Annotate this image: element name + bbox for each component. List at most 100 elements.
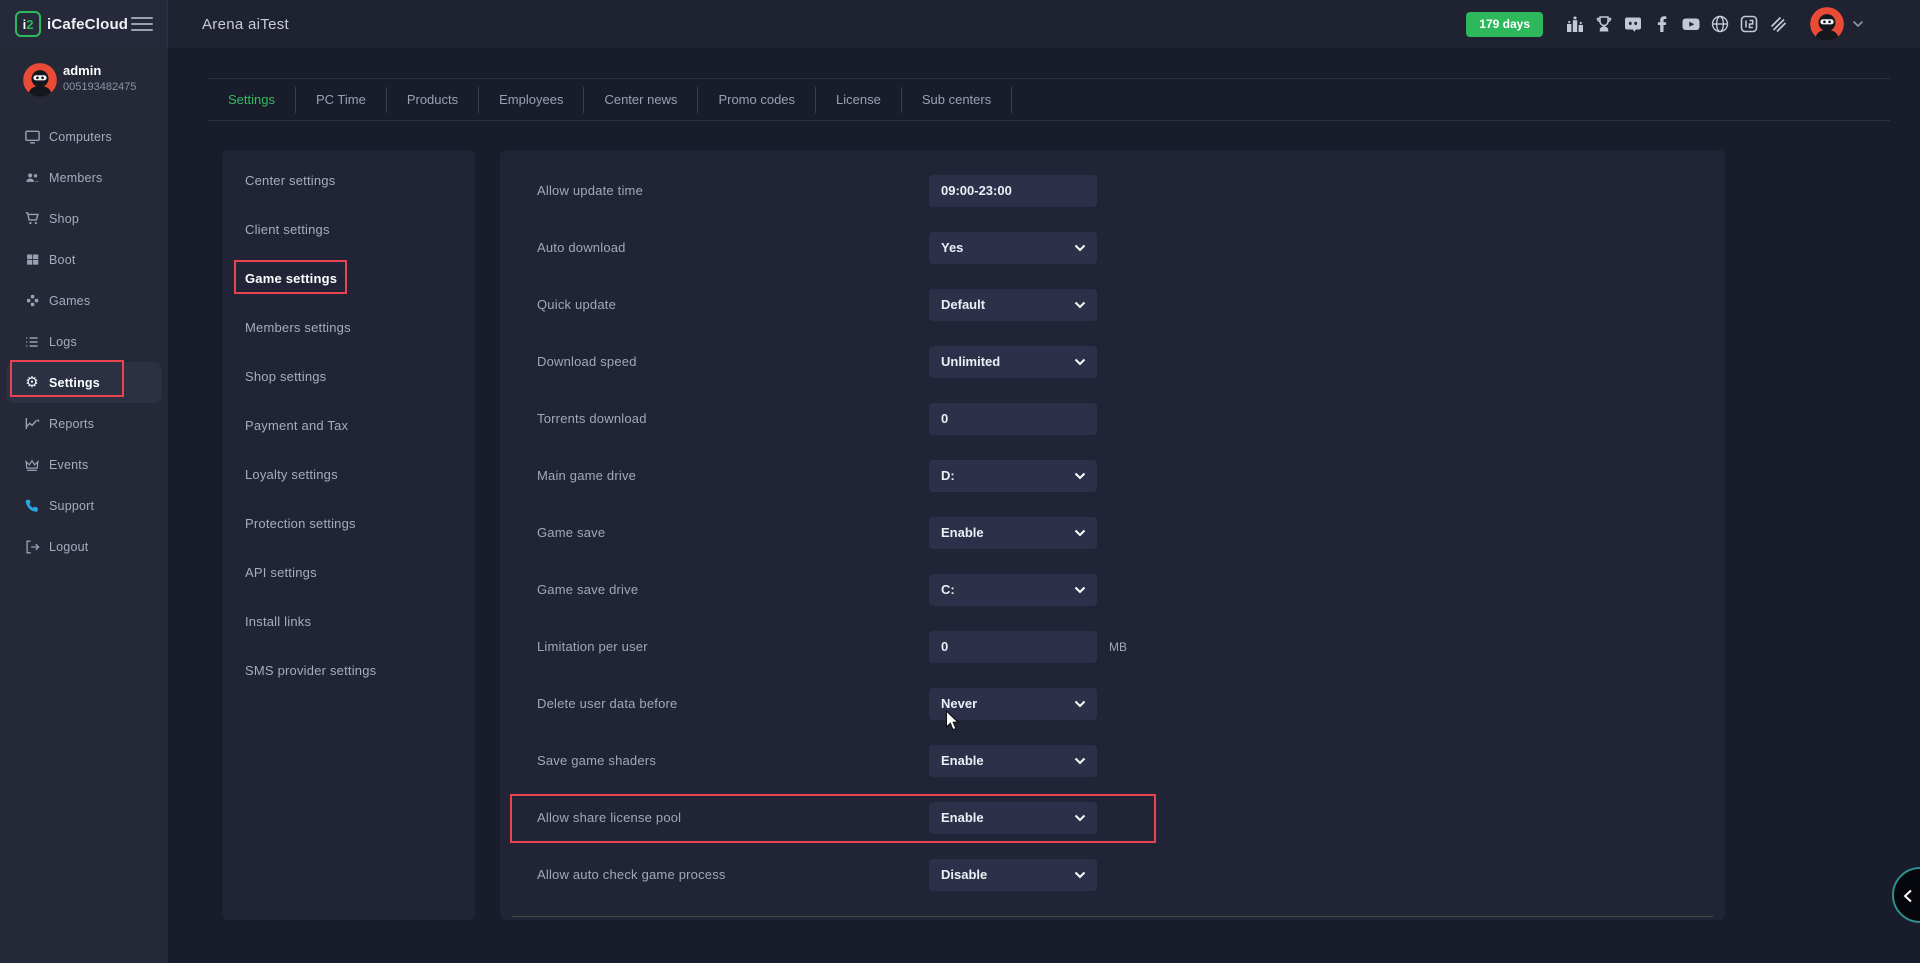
- form-row-delete-user-data-before: Delete user data before Never: [500, 675, 1725, 732]
- license-days-badge[interactable]: 179 days: [1466, 12, 1543, 37]
- user-menu-avatar[interactable]: [1810, 7, 1844, 41]
- download-speed-select[interactable]: Unlimited: [929, 346, 1097, 378]
- field-label: Game save: [537, 525, 929, 540]
- sidebar-item-settings[interactable]: ⚙ Settings: [6, 362, 162, 403]
- sidebar-user-id: 005193482475: [63, 81, 136, 93]
- app-logo-text[interactable]: iCafeCloud: [47, 0, 128, 48]
- form-row-game-save: Game save Enable: [500, 504, 1725, 561]
- icafecloud-mark-icon[interactable]: [1739, 14, 1759, 34]
- tab-sub-centers[interactable]: Sub centers: [902, 92, 1011, 107]
- sidebar-item-reports[interactable]: Reports: [6, 403, 162, 444]
- trophy-icon[interactable]: [1594, 14, 1614, 34]
- chevron-down-icon: [1074, 757, 1086, 765]
- leaderboard-icon[interactable]: [1565, 14, 1585, 34]
- field-label: Quick update: [537, 297, 929, 312]
- chevron-down-icon: [1074, 358, 1086, 366]
- tab-products[interactable]: Products: [387, 92, 478, 107]
- form-row-allow-share-license-pool: Allow share license pool Enable: [500, 789, 1725, 846]
- allow-auto-check-game-process-select[interactable]: Disable: [929, 859, 1097, 891]
- cart-icon: [23, 210, 41, 228]
- tab-pc-time[interactable]: PC Time: [296, 92, 386, 107]
- form-row-main-game-drive: Main game drive D:: [500, 447, 1725, 504]
- app-logo-icon[interactable]: i2: [15, 11, 41, 37]
- field-label: Game save drive: [537, 582, 929, 597]
- windows-icon: [23, 251, 41, 269]
- phone-icon: [23, 497, 41, 515]
- form-row-auto-download: Auto download Yes: [500, 219, 1725, 276]
- field-label: Allow update time: [537, 183, 929, 198]
- chevron-down-icon: [1074, 244, 1086, 252]
- allow-share-license-pool-select[interactable]: Enable: [929, 802, 1097, 834]
- settings-menu-loyalty-settings[interactable]: Loyalty settings: [222, 450, 475, 499]
- save-game-shaders-select[interactable]: Enable: [929, 745, 1097, 777]
- settings-menu-protection-settings[interactable]: Protection settings: [222, 499, 475, 548]
- crown-icon: [23, 456, 41, 474]
- settings-menu-api-settings[interactable]: API settings: [222, 548, 475, 597]
- tab-center-news[interactable]: Center news: [584, 92, 697, 107]
- settings-menu-center-settings[interactable]: Center settings: [222, 156, 475, 205]
- tab-settings[interactable]: Settings: [208, 92, 295, 107]
- mb-unit-label: MB: [1109, 640, 1127, 654]
- sidebar-user-avatar: [23, 63, 57, 97]
- settings-menu-shop-settings[interactable]: Shop settings: [222, 352, 475, 401]
- sidebar: admin 005193482475 Computers Members Sho…: [0, 48, 168, 963]
- main-game-drive-select[interactable]: D:: [929, 460, 1097, 492]
- gear-icon: ⚙: [23, 374, 41, 392]
- tab-employees[interactable]: Employees: [479, 92, 583, 107]
- facebook-icon[interactable]: [1652, 14, 1672, 34]
- sidebar-item-logout[interactable]: Logout: [6, 526, 162, 567]
- quick-update-select[interactable]: Default: [929, 289, 1097, 321]
- form-row-limitation-per-user: Limitation per user MB: [500, 618, 1725, 675]
- top-bar: i2 iCafeCloud Arena aiTest 179 days: [0, 0, 1920, 48]
- layers-icon[interactable]: [1768, 14, 1788, 34]
- settings-menu-game-settings[interactable]: Game settings: [222, 254, 475, 303]
- people-icon: [23, 169, 41, 187]
- sidebar-item-shop[interactable]: Shop: [6, 198, 162, 239]
- settings-submenu-panel: Center settings Client settings Game set…: [222, 150, 475, 920]
- settings-menu-sms-provider-settings[interactable]: SMS provider settings: [222, 646, 475, 695]
- chevron-down-icon: [1074, 529, 1086, 537]
- settings-menu-members-settings[interactable]: Members settings: [222, 303, 475, 352]
- torrents-download-input[interactable]: [929, 403, 1097, 435]
- settings-menu-install-links[interactable]: Install links: [222, 597, 475, 646]
- allow-update-time-input[interactable]: [929, 175, 1097, 207]
- menu-toggle-button[interactable]: [131, 17, 153, 31]
- user-menu-chevron-icon[interactable]: [1852, 20, 1864, 28]
- game-save-drive-select[interactable]: C:: [929, 574, 1097, 606]
- chart-icon: [23, 415, 41, 433]
- tab-strip: Settings PC Time Products Employees Cent…: [208, 78, 1890, 121]
- mouse-cursor: [944, 710, 960, 736]
- tab-divider: [1011, 87, 1012, 113]
- monitor-icon: [23, 128, 41, 146]
- settings-menu-payment-and-tax[interactable]: Payment and Tax: [222, 401, 475, 450]
- sidebar-item-logs[interactable]: Logs: [6, 321, 162, 362]
- settings-menu-client-settings[interactable]: Client settings: [222, 205, 475, 254]
- chevron-down-icon: [1074, 814, 1086, 822]
- limitation-per-user-input[interactable]: [929, 631, 1097, 663]
- youtube-icon[interactable]: [1681, 14, 1701, 34]
- sidebar-item-support[interactable]: Support: [6, 485, 162, 526]
- sidebar-item-games[interactable]: Games: [6, 280, 162, 321]
- form-row-quick-update: Quick update Default: [500, 276, 1725, 333]
- form-row-allow-auto-check-game-process: Allow auto check game process Disable: [500, 846, 1725, 903]
- field-label: Torrents download: [537, 411, 929, 426]
- sidebar-item-events[interactable]: Events: [6, 444, 162, 485]
- field-label: Allow auto check game process: [537, 867, 929, 882]
- auto-download-select[interactable]: Yes: [929, 232, 1097, 264]
- sidebar-item-computers[interactable]: Computers: [6, 116, 162, 157]
- form-row-torrents-download: Torrents download: [500, 390, 1725, 447]
- field-label: Auto download: [537, 240, 929, 255]
- collapse-panel-button[interactable]: [1892, 867, 1920, 923]
- discord-icon[interactable]: [1623, 14, 1643, 34]
- sidebar-item-members[interactable]: Members: [6, 157, 162, 198]
- sidebar-item-boot[interactable]: Boot: [6, 239, 162, 280]
- chevron-down-icon: [1074, 472, 1086, 480]
- tab-promo-codes[interactable]: Promo codes: [698, 92, 815, 107]
- tab-license[interactable]: License: [816, 92, 901, 107]
- sidebar-menu: Computers Members Shop Boot Games Logs ⚙…: [0, 116, 168, 567]
- chevron-down-icon: [1074, 700, 1086, 708]
- gamepad-icon: [23, 292, 41, 310]
- globe-icon[interactable]: [1710, 14, 1730, 34]
- game-save-select[interactable]: Enable: [929, 517, 1097, 549]
- chevron-down-icon: [1074, 871, 1086, 879]
